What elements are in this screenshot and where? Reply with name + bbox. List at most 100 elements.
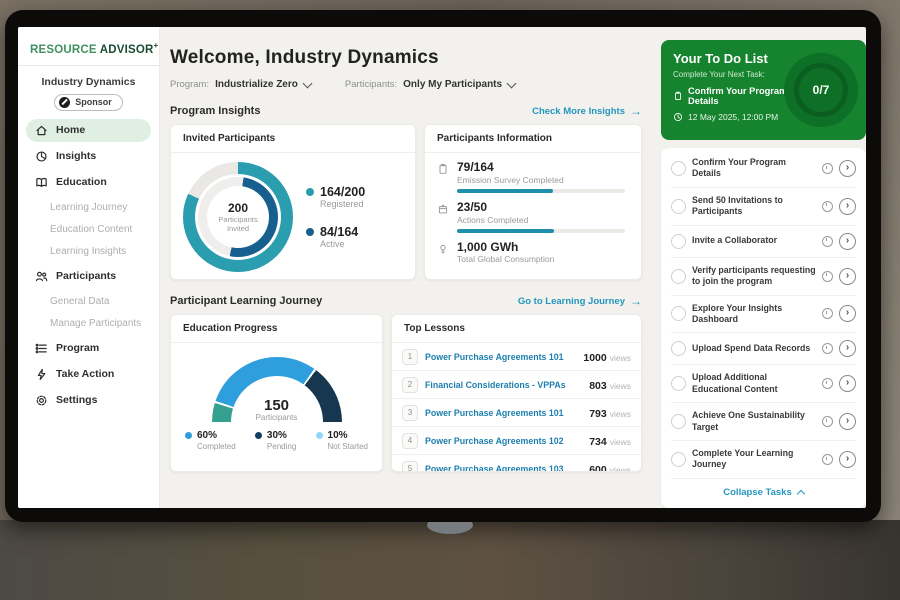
sidebar-item-label: Insights [56, 150, 96, 162]
sidebar-item-label: Program [56, 342, 99, 354]
task-row: Upload Additional Educational Content [671, 365, 856, 403]
lesson-link[interactable]: Financial Considerations - VPPAs [425, 380, 582, 390]
task-checkbox[interactable] [671, 234, 686, 249]
box-icon [437, 203, 449, 215]
clock-icon [822, 271, 833, 282]
card-title: Top Lessons [392, 315, 641, 343]
participants-information-body: 79/164 Emission Survey Completed 23/50 A… [425, 153, 641, 268]
task-checkbox[interactable] [671, 161, 686, 176]
chevron-right-button[interactable] [839, 375, 856, 392]
divider [18, 65, 159, 66]
sidebar-item-settings[interactable]: Settings [26, 389, 151, 412]
sidebar-item-label: Settings [56, 394, 97, 406]
rank-badge: 4 [402, 433, 418, 449]
progress-bar [457, 229, 625, 233]
legend-label: Active [320, 239, 358, 249]
legend-label: Pending [267, 442, 296, 451]
go-to-learning-journey-link[interactable]: Go to Learning Journey [518, 294, 642, 308]
sidebar-item-program[interactable]: Program [26, 337, 151, 360]
task-checkbox[interactable] [671, 414, 686, 429]
views-label: views [610, 381, 631, 391]
learning-journey-header: Participant Learning Journey Go to Learn… [170, 294, 642, 308]
program-dropdown[interactable]: Program: Industrialize Zero [170, 79, 311, 90]
task-label: Achieve One Sustainability Target [692, 410, 816, 433]
todo-progress-ring: 0/7 [784, 53, 858, 127]
chevron-right-button[interactable] [839, 268, 856, 285]
sidebar-item-insights[interactable]: Insights [26, 145, 151, 168]
chevron-right-button[interactable] [839, 305, 856, 322]
task-row: Complete Your Learning Journey [671, 441, 856, 479]
logo-plus: + [154, 41, 159, 50]
check-more-insights-link[interactable]: Check More Insights [532, 104, 642, 118]
top-lessons-card: Top Lessons 1 Power Purchase Agreements … [391, 314, 642, 472]
logo-resource: RESOURCE [30, 44, 97, 56]
task-label: Complete Your Learning Journey [692, 448, 816, 471]
sidebar-item-participants[interactable]: Participants [26, 265, 151, 288]
chevron-right-button[interactable] [839, 198, 856, 215]
section-title: Participant Learning Journey [170, 295, 322, 307]
todo-summary-card: Your To Do List Complete Your Next Task:… [661, 40, 866, 140]
participants-dropdown[interactable]: Participants: Only My Participants [345, 79, 515, 90]
sidebar-item-education-content[interactable]: Education Content [26, 219, 151, 240]
task-checkbox[interactable] [671, 199, 686, 214]
legend-value: 30% [267, 430, 296, 442]
lesson-row: 3 Power Purchase Agreements 101 793views [392, 399, 641, 427]
sidebar-nav: Home Insights Education Learning Journey… [18, 119, 159, 412]
chevron-right-button[interactable] [839, 233, 856, 250]
task-checkbox[interactable] [671, 452, 686, 467]
views-count: 600 [589, 464, 607, 473]
blue-dot-icon [306, 228, 314, 236]
app-logo: RESOURCE ADVISOR+ [18, 37, 159, 65]
legend-item-completed: 60% Completed [185, 430, 236, 451]
sidebar-item-home[interactable]: Home [26, 119, 151, 142]
chevron-right-button[interactable] [839, 160, 856, 177]
stat-label: Emission Survey Completed [457, 175, 625, 185]
task-checkbox[interactable] [671, 269, 686, 284]
sidebar-item-general-data[interactable]: General Data [26, 291, 151, 312]
invited-donut-chart: 200 Participants Invited [183, 162, 293, 272]
clock-icon [822, 416, 833, 427]
chevron-right-button[interactable] [839, 451, 856, 468]
lesson-link[interactable]: Power Purchase Agreements 101 [425, 408, 582, 418]
sponsor-badge-label: Sponsor [75, 97, 112, 107]
legend-value: 60% [197, 430, 236, 442]
task-row: Achieve One Sustainability Target [671, 403, 856, 441]
org-name: Industry Dynamics [18, 76, 159, 88]
lesson-link[interactable]: Power Purchase Agreements 102 [425, 436, 582, 446]
program-insights-header: Program Insights Check More Insights [170, 104, 642, 118]
task-checkbox[interactable] [671, 306, 686, 321]
task-row: Confirm Your Program Details [671, 150, 856, 188]
todo-next-task: Confirm Your Program Details [673, 86, 801, 106]
task-row: Send 50 Invitations to Participants [671, 188, 856, 226]
chevron-right-button[interactable] [839, 340, 856, 357]
sidebar-item-education[interactable]: Education [26, 171, 151, 194]
task-checkbox[interactable] [671, 341, 686, 356]
legend-item-active: 84/164 Active [306, 225, 365, 249]
sidebar-item-label: Education [56, 176, 107, 188]
chevron-right-button[interactable] [839, 413, 856, 430]
clock-icon [822, 236, 833, 247]
education-gauge-chart: 150 Participants [212, 357, 342, 422]
monitor-bezel: RESOURCE ADVISOR+ Industry Dynamics Spon… [5, 10, 881, 522]
sponsor-icon [59, 97, 70, 108]
pin-icon [437, 243, 449, 255]
lesson-link[interactable]: Power Purchase Agreements 103 [425, 464, 582, 473]
lesson-link[interactable]: Power Purchase Agreements 101 [425, 352, 576, 362]
sidebar-item-take-action[interactable]: Take Action [26, 363, 151, 386]
views-label: views [610, 465, 631, 473]
list-icon [35, 342, 48, 355]
sidebar-item-learning-journey[interactable]: Learning Journey [26, 197, 151, 218]
rank-badge: 2 [402, 377, 418, 393]
collapse-tasks-link[interactable]: Collapse Tasks [671, 479, 856, 506]
task-checkbox[interactable] [671, 376, 686, 391]
participants-icon [35, 270, 48, 283]
todo-due-label: 12 May 2025, 12:00 PM [688, 112, 778, 122]
views-count: 793 [589, 408, 607, 420]
task-row: Verify participants requesting to join t… [671, 258, 856, 296]
home-icon [35, 124, 48, 137]
lesson-row: 2 Financial Considerations - VPPAs 803vi… [392, 371, 641, 399]
stat-value: 79/164 [457, 161, 625, 175]
sidebar-item-manage-participants[interactable]: Manage Participants [26, 313, 151, 334]
clock-icon [822, 201, 833, 212]
sidebar-item-learning-insights[interactable]: Learning Insights [26, 241, 151, 262]
